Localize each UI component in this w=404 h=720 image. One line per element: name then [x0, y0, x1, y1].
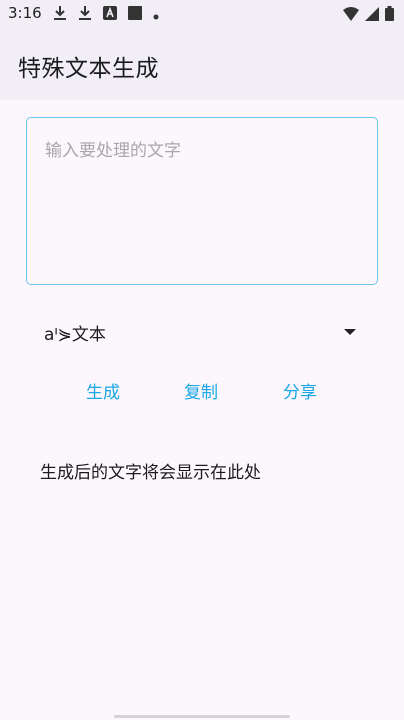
gesture-handle[interactable] [114, 715, 290, 718]
app-notification-icon [103, 6, 117, 24]
style-dropdown-value: aᑊ⋟文本 [44, 324, 106, 345]
status-bar: 3:16 [0, 0, 404, 28]
download-icon [53, 5, 67, 25]
status-notification-icons [53, 5, 170, 25]
generate-button[interactable]: 生成 [86, 372, 120, 408]
style-dropdown[interactable]: aᑊ⋟文本 [26, 312, 378, 352]
battery-icon [385, 6, 394, 25]
signal-icon [365, 6, 379, 25]
text-input[interactable] [26, 117, 378, 285]
navigation-bar [0, 712, 404, 720]
copy-button[interactable]: 复制 [184, 372, 218, 408]
result-text: 生成后的文字将会显示在此处 [40, 463, 261, 483]
share-button[interactable]: 分享 [283, 372, 317, 408]
dot-icon [153, 6, 159, 24]
dropdown-arrow-icon [344, 329, 356, 335]
wifi-icon [343, 6, 359, 25]
download-icon [78, 5, 92, 25]
page-title: 特殊文本生成 [18, 56, 159, 82]
status-time: 3:16 [8, 4, 42, 22]
status-system-icons [337, 6, 394, 25]
app-bar: 特殊文本生成 [0, 28, 404, 100]
square-notification-icon [128, 6, 142, 24]
